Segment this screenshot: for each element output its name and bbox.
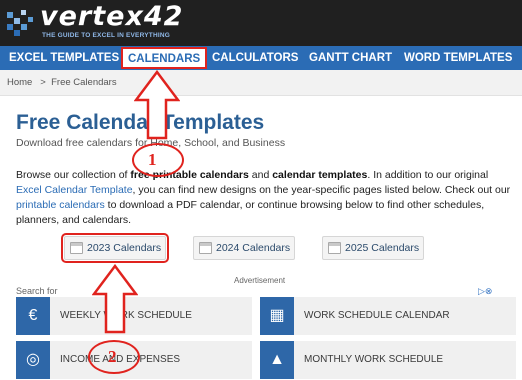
advertisement-label: Advertisement xyxy=(234,276,286,285)
nav-word-templates[interactable]: WORD TEMPLATES xyxy=(404,46,512,70)
logo-wordmark: vertex42 xyxy=(40,1,184,32)
breadcrumb-separator: > xyxy=(40,77,46,88)
logo-mark-icon xyxy=(7,10,33,36)
ad-choices-icon[interactable]: ▷⊗ xyxy=(478,286,492,297)
nav-excel-templates[interactable]: EXCEL TEMPLATES xyxy=(9,46,119,70)
logo-tagline: THE GUIDE TO EXCEL IN EVERYTHING xyxy=(42,32,170,39)
annotation-arrow-up-2-icon xyxy=(92,264,138,334)
ad-tile-monthly-work-schedule[interactable]: ▲ MONTHLY WORK SCHEDULE xyxy=(260,341,516,379)
calendar-icon xyxy=(199,242,212,254)
breadcrumb-bar: Home > Free Calendars xyxy=(0,70,522,96)
printable-calendars-link[interactable]: printable calendars xyxy=(16,199,105,211)
annotation-arrow-up-1-icon xyxy=(134,70,180,140)
excel-calendar-template-link[interactable]: Excel Calendar Template xyxy=(16,184,133,196)
ad-tile-work-schedule-calendar[interactable]: ▦ WORK SCHEDULE CALENDAR xyxy=(260,297,516,335)
intro-paragraph: Browse our collection of free printable … xyxy=(16,169,511,226)
coins-icon: ◎ xyxy=(16,341,50,379)
nav-calculators[interactable]: CALCULATORS xyxy=(212,46,298,70)
year-2024-button[interactable]: 2024 Calendars xyxy=(193,236,295,260)
calculator-icon: ▦ xyxy=(260,297,294,335)
year-2023-button[interactable]: 2023 Calendars xyxy=(61,233,169,263)
calendar-icon xyxy=(328,242,341,254)
vertex42-logo[interactable]: vertex42 THE GUIDE TO EXCEL IN EVERYTHIN… xyxy=(6,1,206,42)
breadcrumb-current: Free Calendars xyxy=(51,77,117,88)
nav-gantt-chart[interactable]: GANTT CHART xyxy=(309,46,392,70)
main-nav: EXCEL TEMPLATES CALENDARS CALCULATORS GA… xyxy=(0,46,522,70)
breadcrumb: Home > Free Calendars xyxy=(7,77,117,88)
graduation-cap-icon: ▲ xyxy=(260,341,294,379)
search-for-label: Search for xyxy=(16,286,58,296)
annotation-step-1: 1 xyxy=(148,150,157,169)
calendar-icon xyxy=(70,242,83,254)
annotation-step-2: 2 xyxy=(108,347,117,366)
euro-bag-icon: € xyxy=(16,297,50,335)
year-2025-button[interactable]: 2025 Calendars xyxy=(322,236,424,260)
site-header: vertex42 THE GUIDE TO EXCEL IN EVERYTHIN… xyxy=(0,0,522,46)
breadcrumb-home[interactable]: Home xyxy=(7,77,32,88)
nav-calendars[interactable]: CALENDARS xyxy=(121,47,208,69)
annotation-circle-1 xyxy=(132,143,184,177)
